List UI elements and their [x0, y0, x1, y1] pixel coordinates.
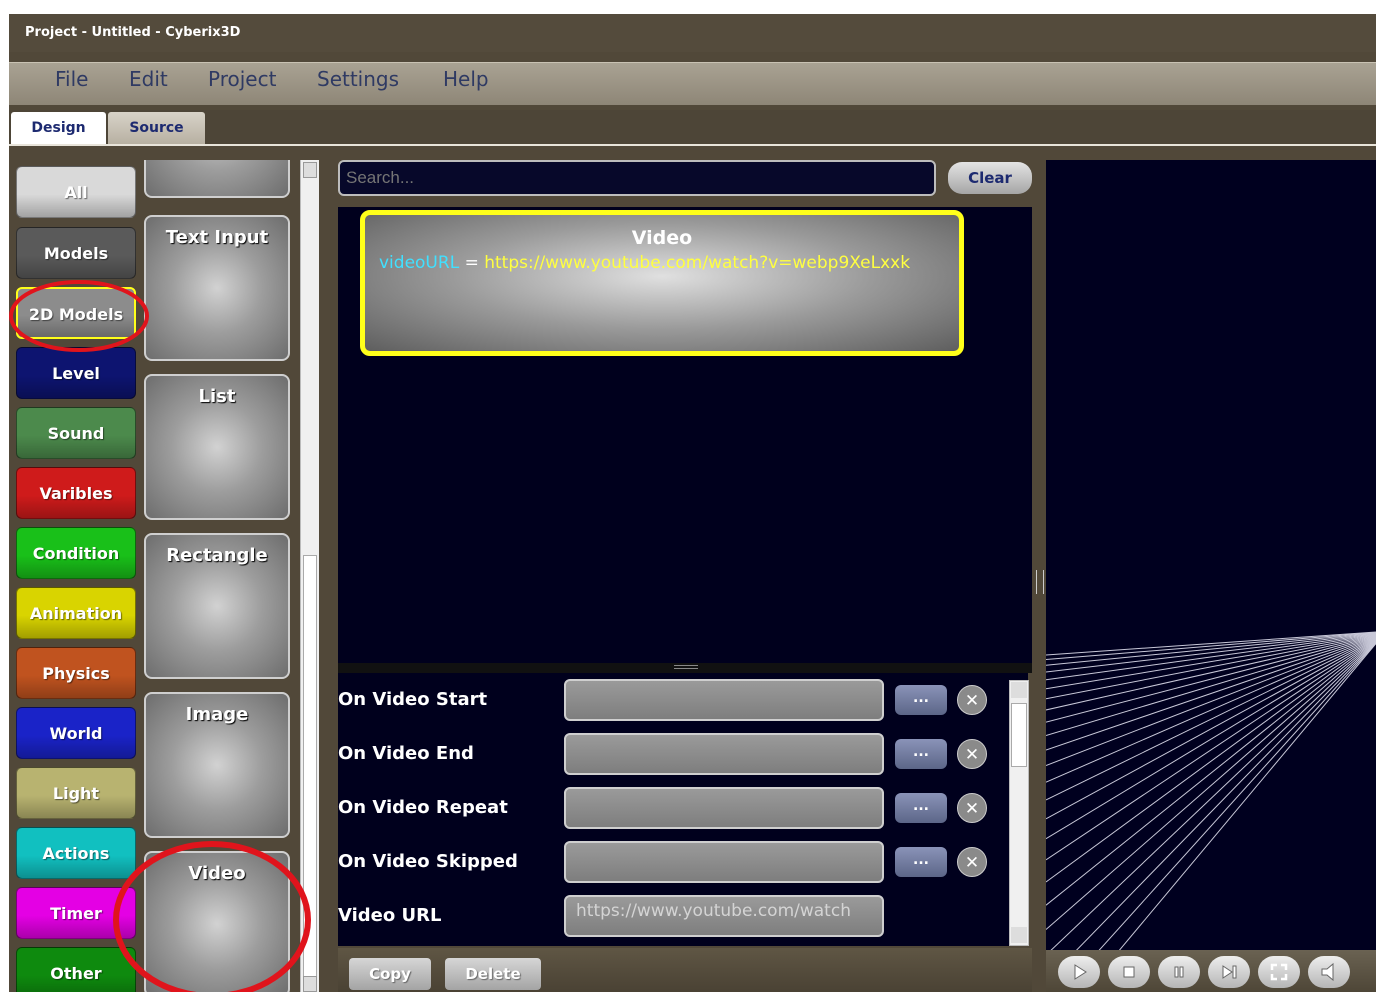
annotation-circle-video — [113, 841, 311, 992]
annotation-circle-2d-models — [9, 280, 149, 352]
annotation-overlay — [9, 280, 311, 992]
